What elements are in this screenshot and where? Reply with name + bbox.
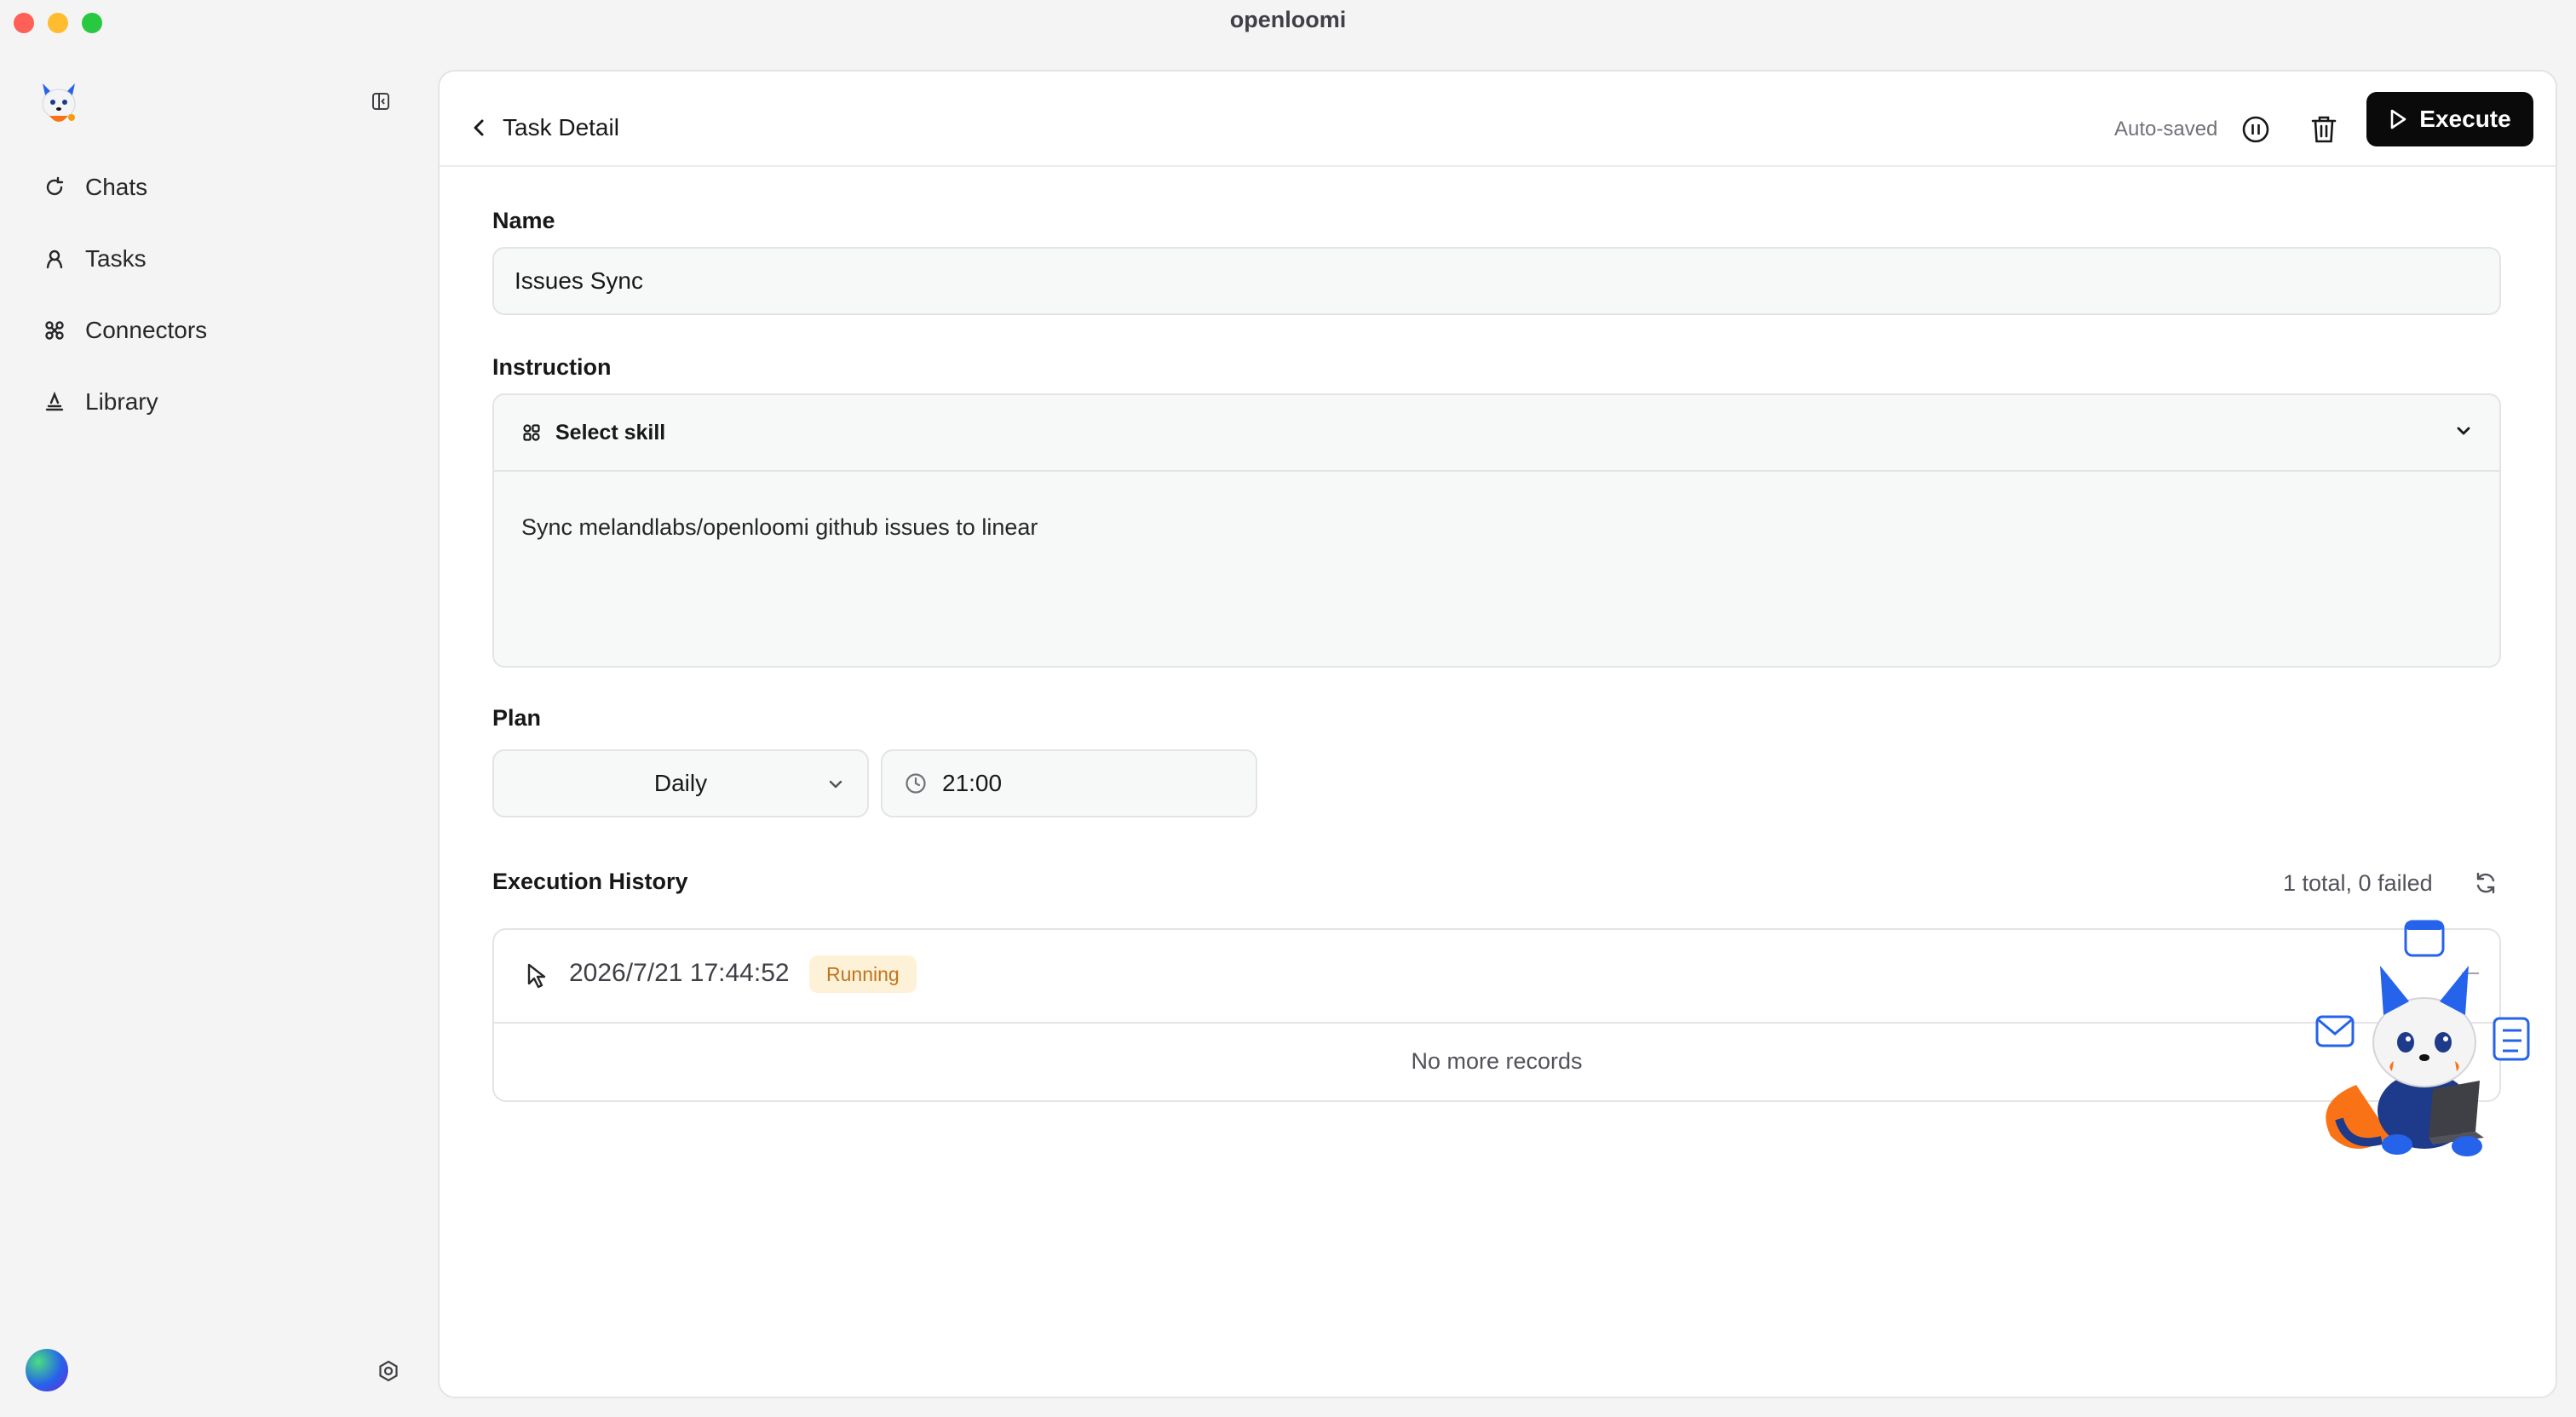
play-icon [2390,109,2406,129]
frequency-select[interactable]: Daily [492,749,869,818]
time-picker[interactable]: 21:00 [881,749,1257,818]
record-timestamp: 2026/7/21 17:44:52 [569,959,790,987]
select-skill-label: Select skill [555,420,666,445]
sidebar-item-chats[interactable]: Chats [34,162,409,213]
tasks-icon [41,245,68,272]
chevron-down-icon [2453,421,2474,441]
app-logo [37,78,80,128]
name-input[interactable]: Issues Sync [492,247,2501,315]
sidebar-item-label: Connectors [85,317,208,343]
pause-icon [2242,116,2269,143]
task-detail-panel: Task Detail Auto-saved Execute Name Issu… [438,70,2557,1398]
frequency-value: Daily [653,770,708,796]
name-label: Name [492,208,555,233]
pause-button[interactable] [2235,109,2276,150]
refresh-icon [2476,872,2495,894]
time-value: 21:00 [942,770,1003,796]
instruction-textarea[interactable]: Sync melandlabs/openloomi github issues … [521,514,1038,541]
skill-icon [521,422,542,443]
cursor-icon [526,962,549,990]
gear-icon [379,1360,398,1382]
status-badge: Running [809,955,917,993]
instruction-label: Instruction [492,354,612,380]
execution-history-title: Execution History [492,869,688,894]
delete-button[interactable] [2303,109,2344,150]
sidebar-item-label: Library [85,388,158,415]
window-title: openloomi [1229,7,1347,32]
plan-label: Plan [492,705,542,731]
table-row[interactable]: 2026/7/21 17:44:52 Running [494,930,2499,1024]
settings-button[interactable] [373,1356,404,1386]
autosave-status: Auto-saved [2114,118,2218,141]
library-icon [41,388,68,416]
back-button[interactable]: Task Detail [470,104,619,152]
sidebar-item-label: Chats [85,174,148,200]
sidebar-item-connectors[interactable]: Connectors [34,305,409,356]
title-bar: openloomi [0,0,2576,46]
refresh-button[interactable] [2465,863,2506,904]
execute-button-label: Execute [2419,106,2511,132]
no-more-records: No more records [1411,1048,1583,1074]
avatar[interactable] [26,1349,68,1391]
chevron-left-icon [474,119,484,136]
sidebar-toggle-icon [372,93,389,110]
trash-icon [2311,116,2337,143]
execute-button[interactable]: Execute [2366,92,2533,146]
connectors-icon [41,317,68,344]
sidebar-item-tasks[interactable]: Tasks [34,233,409,284]
sidebar-item-library[interactable]: Library [34,376,409,427]
mascot-illustration [2305,915,2544,1163]
history-stats: 1 total, 0 failed [2283,870,2433,896]
header-divider [440,165,2556,167]
select-skill-dropdown[interactable]: Select skill [494,395,2499,472]
history-list: 2026/7/21 17:44:52 Running No more recor… [492,928,2501,1102]
page-title: Task Detail [503,114,619,141]
chat-refresh-icon [41,174,68,201]
instruction-field: Select skill Sync melandlabs/openloomi g… [492,393,2501,668]
clock-icon [905,772,927,795]
sidebar-item-label: Tasks [85,245,147,272]
chevron-down-icon [826,775,845,794]
collapse-sidebar-button[interactable] [368,89,394,114]
